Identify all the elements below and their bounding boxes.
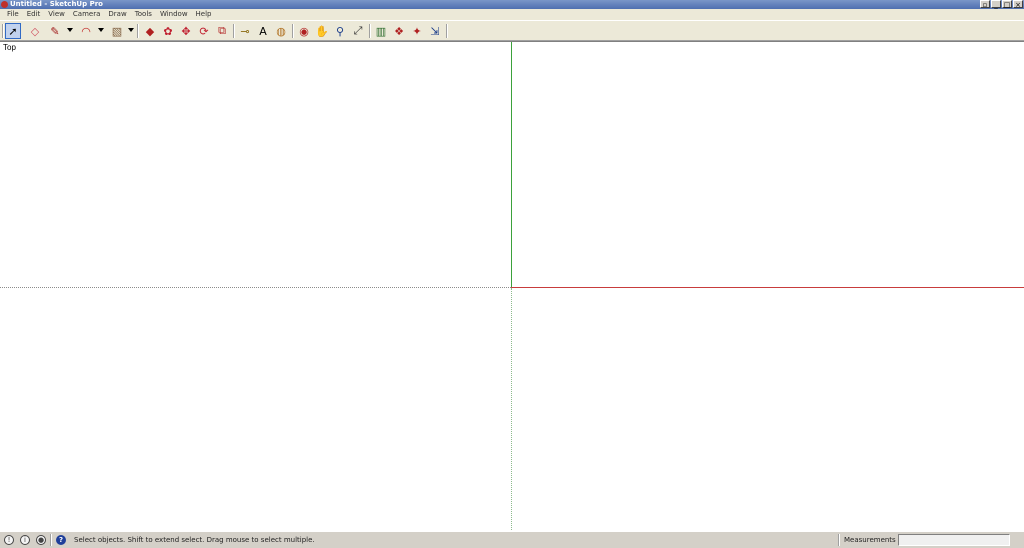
zoom-extents-tool-icon: ⤢ [353, 24, 363, 37]
zoom-tool-button[interactable]: ⚲ [332, 23, 348, 39]
sketchup-app-icon [1, 1, 8, 8]
follow-me-tool-icon: ✿ [163, 24, 173, 38]
toolbar-separator [233, 24, 235, 38]
zoom-extents-tool-button[interactable]: ⤢ [350, 23, 366, 39]
move-tool-icon: ✥ [181, 24, 191, 38]
status-message: Select objects. Shift to extend select. … [74, 536, 315, 544]
paint-bucket-tool-icon: ◍ [276, 24, 286, 38]
restore-down-icon[interactable]: ▫ [980, 0, 990, 9]
share-model-button[interactable]: ✦ [409, 23, 425, 39]
green-axis [511, 42, 512, 287]
arc-tool-button[interactable]: ◠ [78, 23, 94, 39]
orbit-tool-button[interactable]: ◉ [296, 23, 312, 39]
arc-tool-dropdown-caret[interactable] [98, 28, 104, 32]
select-tool-icon: ➚ [8, 24, 18, 38]
menu-camera[interactable]: Camera [69, 9, 104, 20]
rectangle-tool-dropdown-caret[interactable] [128, 28, 134, 32]
pan-tool-button[interactable]: ✋ [314, 23, 330, 39]
toolbar-grip[interactable] [2, 24, 4, 38]
toolbar-end-separator [446, 24, 448, 38]
3d-warehouse-button[interactable]: ❖ [391, 23, 407, 39]
tape-measure-tool-button[interactable]: ⊸ [237, 23, 253, 39]
measurements-input[interactable] [898, 534, 1010, 546]
line-tool-button[interactable]: ✎ [47, 23, 63, 39]
follow-me-tool-button[interactable]: ✿ [160, 23, 176, 39]
toolbar-separator [137, 24, 139, 38]
extension-warehouse-button[interactable]: ⇲ [427, 23, 443, 39]
rotate-tool-icon: ⟳ [199, 24, 209, 38]
view-label: Top [3, 43, 16, 52]
line-tool-icon: ✎ [50, 24, 60, 38]
text-tool-button[interactable]: A [255, 23, 271, 39]
title-bar: Untitled - SketchUp Pro ▫ _ □ × [0, 0, 1024, 9]
status-separator [838, 534, 840, 546]
menu-edit[interactable]: Edit [23, 9, 45, 20]
close-button[interactable]: × [1013, 0, 1023, 9]
warehouse-icon: ❖ [394, 24, 404, 38]
toolbar-separator [292, 24, 294, 38]
extension-icon: ⇲ [430, 24, 440, 38]
paint-bucket-tool-button[interactable]: ◍ [273, 23, 289, 39]
menu-draw[interactable]: Draw [104, 9, 130, 20]
eraser-tool-button[interactable]: ◇ [27, 23, 43, 39]
share-model-icon: ✦ [412, 24, 422, 38]
orbit-tool-icon: ◉ [299, 24, 309, 38]
geolocation-icon[interactable]: ! [4, 535, 14, 545]
status-bar: ! i ● ? Select objects. Shift to extend … [0, 531, 1024, 548]
zoom-tool-icon: ⚲ [335, 24, 345, 38]
components-button[interactable]: ▥ [373, 23, 389, 39]
red-axis [511, 287, 1024, 288]
status-separator [50, 534, 52, 546]
scale-tool-button[interactable]: ⧉ [214, 23, 230, 39]
scale-tool-icon: ⧉ [218, 24, 226, 37]
select-tool-button[interactable]: ➚ [5, 23, 21, 39]
menu-help[interactable]: Help [192, 9, 216, 20]
minimize-button[interactable]: _ [991, 0, 1001, 9]
menu-bar: File Edit View Camera Draw Tools Window … [0, 9, 1024, 20]
tape-measure-tool-icon: ⊸ [240, 24, 250, 38]
eraser-tool-icon: ◇ [30, 24, 40, 38]
help-icon[interactable]: ? [56, 535, 66, 545]
push-pull-tool-button[interactable]: ◆ [142, 23, 158, 39]
arc-tool-icon: ◠ [81, 24, 91, 38]
window-title: Untitled - SketchUp Pro [10, 0, 103, 8]
main-toolbar: ➚ ◇ ✎ ◠ ▧ ◆ ✿ ✥ ⟳ ⧉ ⊸ A ◍ ◉ ✋ ⚲ ⤢ ▥ ❖ ✦ … [0, 20, 1024, 41]
red-axis-negative [0, 287, 511, 288]
toolbar-separator [369, 24, 371, 38]
line-tool-dropdown-caret[interactable] [67, 28, 73, 32]
menu-file[interactable]: File [3, 9, 23, 20]
rectangle-tool-icon: ▧ [111, 24, 123, 38]
credit-icon[interactable]: i [20, 535, 30, 545]
components-icon: ▥ [375, 24, 387, 38]
menu-view[interactable]: View [44, 9, 69, 20]
window-controls: ▫ _ □ × [980, 0, 1023, 9]
user-icon[interactable]: ● [36, 535, 46, 545]
menu-window[interactable]: Window [156, 9, 192, 20]
green-axis-negative [511, 288, 512, 532]
drawing-viewport[interactable]: Top [0, 41, 1024, 532]
measurements-label: Measurements [844, 536, 896, 544]
text-tool-icon: A [259, 24, 267, 38]
pan-tool-icon: ✋ [315, 24, 329, 38]
move-tool-button[interactable]: ✥ [178, 23, 194, 39]
menu-tools[interactable]: Tools [131, 9, 156, 20]
maximize-button[interactable]: □ [1002, 0, 1012, 9]
rotate-tool-button[interactable]: ⟳ [196, 23, 212, 39]
push-pull-tool-icon: ◆ [145, 24, 155, 38]
rectangle-tool-button[interactable]: ▧ [109, 23, 125, 39]
